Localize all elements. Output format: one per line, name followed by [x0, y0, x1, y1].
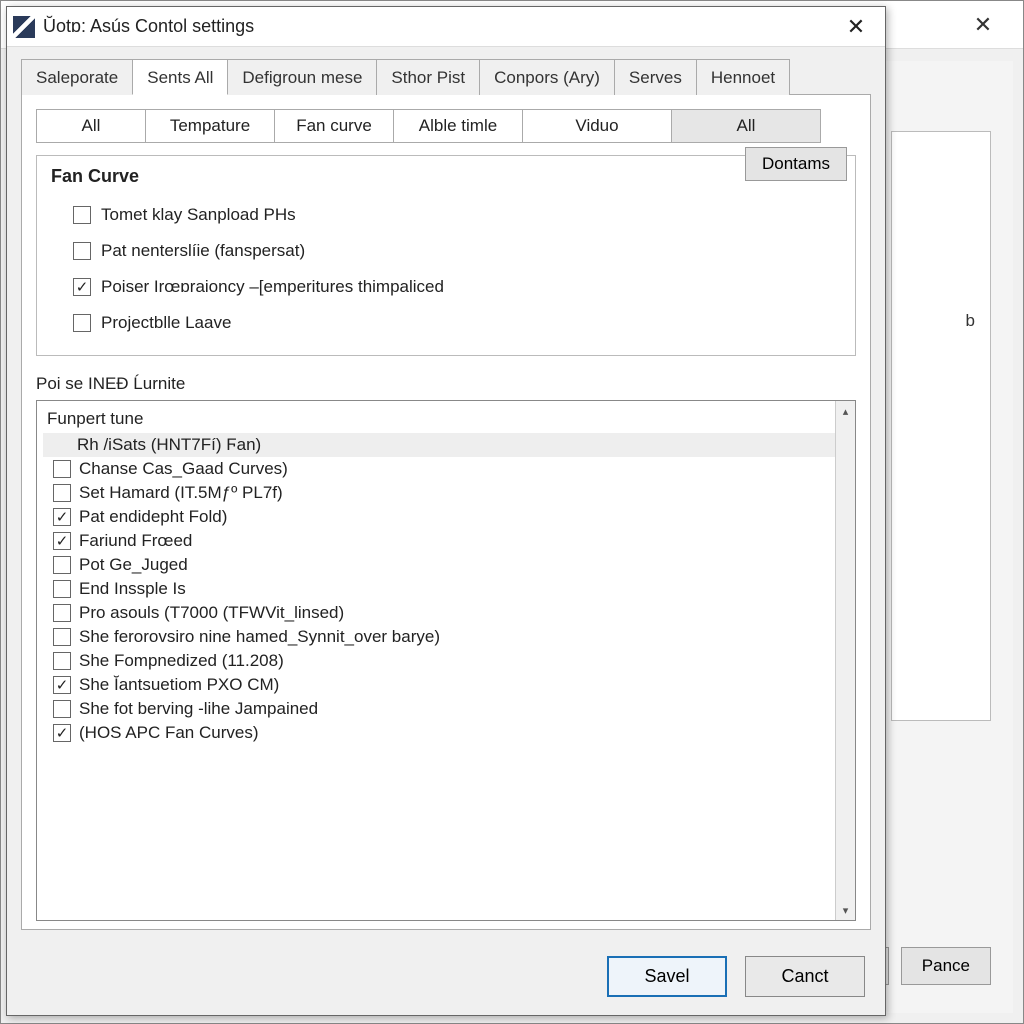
subtab-fan-curve[interactable]: Fan curve: [274, 109, 394, 143]
fan-curve-group: Fan Curve Dontams Tomet klay Sanpload PH…: [36, 155, 856, 356]
subtab-tempature[interactable]: Tempature: [145, 109, 275, 143]
subtab-all[interactable]: All: [36, 109, 146, 143]
option-label: Tomet klay Sanpload PHs: [101, 205, 296, 225]
scrollbar[interactable]: ▴ ▾: [835, 401, 855, 920]
bg-letter: b: [966, 311, 975, 331]
scroll-down-icon[interactable]: ▾: [836, 900, 855, 920]
checkbox[interactable]: [53, 508, 71, 526]
list-item-label: Chanse Cas_Gaad Curves): [79, 459, 288, 479]
option-row: Pat nenterslíie (fanspersat): [51, 233, 841, 269]
list-item-label: (HOS APC Fan Curves): [79, 723, 259, 743]
checkbox[interactable]: [53, 676, 71, 694]
app-icon: [13, 16, 35, 38]
bg-pance-button[interactable]: Pance: [901, 947, 991, 985]
list-header: Funpert tune: [43, 405, 835, 433]
list-item-label: She ferorovsiro nine hamed_Synnit_over b…: [79, 627, 440, 647]
option-label: Pat nenterslíie (fanspersat): [101, 241, 305, 261]
list-item-label: Pat endidepht Fold): [79, 507, 227, 527]
checkbox[interactable]: [53, 700, 71, 718]
dialog-close-button[interactable]: ✕: [835, 9, 877, 45]
bg-close-button[interactable]: ✕: [963, 5, 1003, 45]
section2-label: Poi se IΝEÐ Ĺurnite: [36, 374, 856, 394]
list-item[interactable]: She ferorovsiro nine hamed_Synnit_over b…: [43, 625, 835, 649]
checkbox[interactable]: [53, 556, 71, 574]
dialog-title: Ŭotɒ: Asús Contol settings: [43, 16, 835, 37]
checkbox[interactable]: [53, 652, 71, 670]
tabs-outer: Saleporate Sents All Defigroun mese Stho…: [21, 59, 871, 95]
list-item-label: She Fompnedized (11.208): [79, 651, 284, 671]
scroll-up-icon[interactable]: ▴: [836, 401, 855, 421]
list-item[interactable]: She fot berving -lihe Jampained: [43, 697, 835, 721]
listbox: Funpert tune Rh /iSats (ΗΝT7Fí) Ϝan) Cha…: [36, 400, 856, 921]
dialog-footer: Savel Canct: [7, 942, 885, 1015]
subtab-alble-timle[interactable]: Alble timle: [393, 109, 523, 143]
tab-serves[interactable]: Serves: [614, 59, 697, 95]
list-item-label: She Ĭantsuetiom PXO CM): [79, 675, 279, 695]
tab-page: All Tempature Fan curve Alble timle Vidu…: [21, 95, 871, 930]
subtab-viduo[interactable]: Viduo: [522, 109, 672, 143]
bg-panel: [891, 131, 991, 721]
tab-sthor-pist[interactable]: Sthor Pist: [376, 59, 480, 95]
option-label: Poiser Irœɒraioncy –[emperitures thimpal…: [101, 277, 444, 297]
list-item[interactable]: Set Hamard (IΤ.5Μƒº PL7f): [43, 481, 835, 505]
list-body[interactable]: Funpert tune Rh /iSats (ΗΝT7Fí) Ϝan) Cha…: [37, 401, 835, 920]
tab-saleporate[interactable]: Saleporate: [21, 59, 133, 95]
list-item-label: Fariund Frœed: [79, 531, 192, 551]
list-item[interactable]: (HOS APC Fan Curves): [43, 721, 835, 745]
checkbox[interactable]: [53, 580, 71, 598]
tab-hennoet[interactable]: Hennoet: [696, 59, 790, 95]
list-item[interactable]: Fariund Frœed: [43, 529, 835, 553]
tab-sents-all[interactable]: Sents All: [132, 59, 228, 95]
checkbox-poiser[interactable]: [73, 278, 91, 296]
dialog-titlebar: Ŭotɒ: Asús Contol settings ✕: [7, 7, 885, 47]
checkbox[interactable]: [53, 604, 71, 622]
list-selected[interactable]: Rh /iSats (ΗΝT7Fí) Ϝan): [43, 433, 835, 457]
list-item[interactable]: She Fompnedized (11.208): [43, 649, 835, 673]
list-item-label: She fot berving -lihe Jampained: [79, 699, 318, 719]
checkbox-projectble[interactable]: [73, 314, 91, 332]
option-label: Projectblle Laave: [101, 313, 231, 333]
subtab-all-2[interactable]: All: [671, 109, 821, 143]
close-icon: ✕: [847, 14, 865, 40]
list-item[interactable]: Pat endidepht Fold): [43, 505, 835, 529]
settings-dialog: Ŭotɒ: Asús Contol settings ✕ Saleporate …: [6, 6, 886, 1016]
list-item-label: Pro asouls (T7000 (ΤFWVit_linsed): [79, 603, 344, 623]
checkbox-pat[interactable]: [73, 242, 91, 260]
dialog-content: Saleporate Sents All Defigroun mese Stho…: [7, 47, 885, 942]
list-item[interactable]: Pro asouls (T7000 (ΤFWVit_linsed): [43, 601, 835, 625]
list-item[interactable]: End Inssple Is: [43, 577, 835, 601]
dontams-button[interactable]: Dontams: [745, 147, 847, 181]
option-row: Projectblle Laave: [51, 305, 841, 341]
subtabs: All Tempature Fan curve Alble timle Vidu…: [36, 109, 856, 143]
checkbox[interactable]: [53, 724, 71, 742]
list-item-label: End Inssple Is: [79, 579, 186, 599]
tab-conpors[interactable]: Conpors (Ary): [479, 59, 615, 95]
group-head: Fan Curve Dontams: [51, 166, 841, 187]
list-item[interactable]: Pot Ge_Juged: [43, 553, 835, 577]
save-button[interactable]: Savel: [607, 956, 727, 997]
fan-curve-title: Fan Curve: [51, 166, 139, 187]
close-icon: ✕: [974, 12, 992, 38]
option-row: Poiser Irœɒraioncy –[emperitures thimpal…: [51, 269, 841, 305]
option-row: Tomet klay Sanpload PHs: [51, 197, 841, 233]
list-item-label: Pot Ge_Juged: [79, 555, 188, 575]
cancel-button[interactable]: Canct: [745, 956, 865, 997]
tab-defigroun[interactable]: Defigroun mese: [227, 59, 377, 95]
list-item[interactable]: She Ĭantsuetiom PXO CM): [43, 673, 835, 697]
checkbox[interactable]: [53, 628, 71, 646]
checkbox[interactable]: [53, 532, 71, 550]
list-item[interactable]: Chanse Cas_Gaad Curves): [43, 457, 835, 481]
checkbox[interactable]: [53, 460, 71, 478]
checkbox-tomet[interactable]: [73, 206, 91, 224]
list-item-label: Set Hamard (IΤ.5Μƒº PL7f): [79, 483, 283, 503]
checkbox[interactable]: [53, 484, 71, 502]
